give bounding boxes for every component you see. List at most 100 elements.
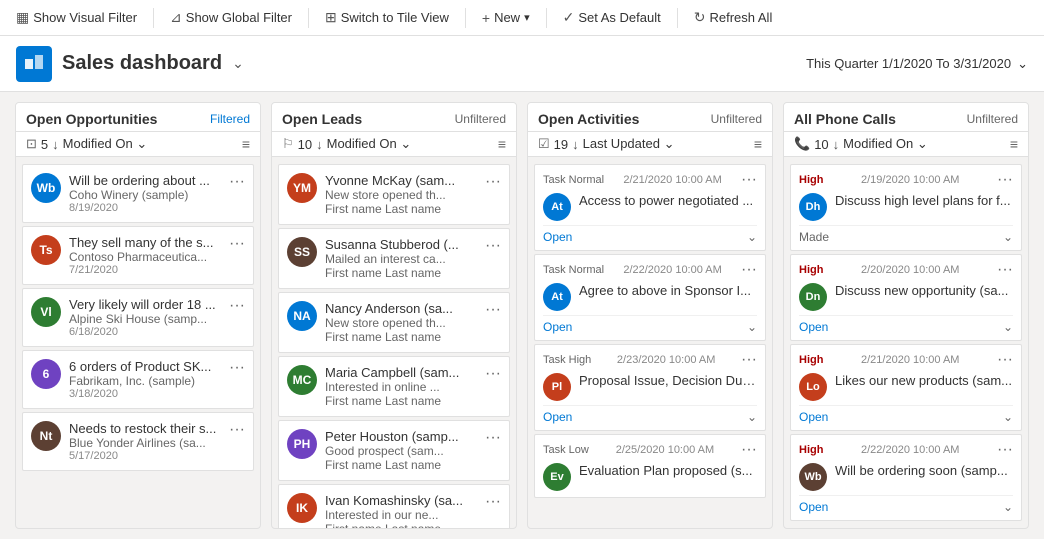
grid-options-icon[interactable]: ≡ (754, 136, 762, 152)
call-status[interactable]: Made (799, 230, 829, 244)
avatar: At (543, 193, 571, 221)
list-item[interactable]: 66 orders of Product SK...Fabrikam, Inc.… (22, 350, 254, 409)
status-chevron-icon[interactable]: ⌄ (747, 230, 757, 244)
more-options-icon[interactable]: ··· (481, 173, 501, 191)
avatar: Ev (543, 463, 571, 491)
call-status[interactable]: Open (799, 320, 828, 334)
set-as-default-button[interactable]: ✓ Set As Default (555, 5, 669, 30)
switch-tile-view-button[interactable]: ⊞ Switch to Tile View (317, 5, 457, 30)
filter-badge-open-opportunities: Filtered (210, 112, 250, 126)
activity-type: Task Low (543, 444, 589, 456)
more-options-icon[interactable]: ··· (225, 173, 245, 191)
refresh-all-button[interactable]: ↻ Refresh All (686, 5, 781, 30)
status-chevron-icon[interactable]: ⌄ (747, 410, 757, 424)
list-item[interactable]: High2/20/2020 10:00 AM···DnDiscuss new o… (790, 254, 1022, 341)
status-chevron-icon[interactable]: ⌄ (1003, 500, 1013, 514)
activity-status[interactable]: Open (543, 230, 572, 244)
sort-row-open-activities: ☑19↓Last Updated ⌄≡ (528, 132, 772, 157)
page-header: Sales dashboard ⌄ This Quarter 1/1/2020 … (0, 36, 1044, 92)
grid-options-icon[interactable]: ≡ (1010, 136, 1018, 152)
avatar: PH (287, 429, 317, 459)
more-options-icon[interactable]: ··· (225, 297, 245, 315)
sort-arrow-icon[interactable]: ↓ (572, 137, 579, 152)
column-header-open-opportunities: Open OpportunitiesFiltered (16, 103, 260, 132)
call-date: 2/21/2020 10:00 AM (861, 354, 959, 366)
more-options-icon[interactable]: ··· (997, 441, 1013, 459)
list-item[interactable]: PHPeter Houston (samp...Good prospect (s… (278, 420, 510, 481)
priority-label: High (799, 264, 823, 276)
title-chevron-icon[interactable]: ⌄ (232, 55, 244, 72)
card-name: 6 orders of Product SK... (69, 359, 217, 374)
sort-arrow-icon[interactable]: ↓ (833, 137, 840, 152)
sort-arrow-icon[interactable]: ↓ (52, 137, 59, 152)
avatar: At (543, 283, 571, 311)
more-options-icon[interactable]: ··· (225, 421, 245, 439)
sort-count-open-leads: 10 (298, 137, 312, 152)
list-item[interactable]: NANancy Anderson (sa...New store opened … (278, 292, 510, 353)
column-all-phone-calls: All Phone CallsUnfiltered📞10↓Modified On… (783, 102, 1029, 529)
more-options-icon[interactable]: ··· (741, 171, 757, 189)
list-item[interactable]: IKIvan Komashinsky (sa...Interested in o… (278, 484, 510, 528)
more-options-icon[interactable]: ··· (997, 171, 1013, 189)
list-item[interactable]: Task Normal2/22/2020 10:00 AM···AtAgree … (534, 254, 766, 341)
list-item[interactable]: YMYvonne McKay (sam...New store opened t… (278, 164, 510, 225)
sort-label-open-activities[interactable]: Last Updated ⌄ (583, 136, 750, 152)
more-options-icon[interactable]: ··· (225, 359, 245, 377)
activity-text: Agree to above in Sponsor I... (579, 283, 757, 298)
list-item[interactable]: Task Low2/25/2020 10:00 AM···EvEvaluatio… (534, 434, 766, 498)
list-item[interactable]: Task High2/23/2020 10:00 AM···PlProposal… (534, 344, 766, 431)
more-options-icon[interactable]: ··· (997, 261, 1013, 279)
list-item[interactable]: High2/19/2020 10:00 AM···DhDiscuss high … (790, 164, 1022, 251)
list-item[interactable]: High2/21/2020 10:00 AM···LoLikes our new… (790, 344, 1022, 431)
show-visual-filter-button[interactable]: ▦ Show Visual Filter (8, 5, 145, 30)
more-options-icon[interactable]: ··· (481, 237, 501, 255)
sort-arrow-icon[interactable]: ↓ (316, 137, 323, 152)
list-item[interactable]: VlVery likely will order 18 ...Alpine Sk… (22, 288, 254, 347)
more-options-icon[interactable]: ··· (481, 301, 501, 319)
sort-label-open-opportunities[interactable]: Modified On ⌄ (63, 136, 238, 152)
more-options-icon[interactable]: ··· (741, 351, 757, 369)
sort-label-open-leads[interactable]: Modified On ⌄ (327, 136, 494, 152)
status-chevron-icon[interactable]: ⌄ (1003, 410, 1013, 424)
more-options-icon[interactable]: ··· (481, 365, 501, 383)
list-item[interactable]: WbWill be ordering about ...Coho Winery … (22, 164, 254, 223)
sort-row-open-opportunities: ⊡5↓Modified On ⌄≡ (16, 132, 260, 157)
tile-view-icon: ⊞ (325, 9, 337, 26)
list-item[interactable]: NtNeeds to restock their s...Blue Yonder… (22, 412, 254, 471)
filter-badge-open-activities: Unfiltered (711, 112, 762, 126)
avatar: Vl (31, 297, 61, 327)
list-item[interactable]: High2/22/2020 10:00 AM···WbWill be order… (790, 434, 1022, 521)
show-global-filter-button[interactable]: ⊿ Show Global Filter (162, 5, 300, 30)
sort-count-all-phone-calls: 10 (814, 137, 828, 152)
new-button[interactable]: + New ▾ (474, 6, 538, 30)
status-chevron-icon[interactable]: ⌄ (1003, 230, 1013, 244)
more-options-icon[interactable]: ··· (481, 429, 501, 447)
sort-label-all-phone-calls[interactable]: Modified On ⌄ (843, 136, 1006, 152)
activity-status[interactable]: Open (543, 410, 572, 424)
status-chevron-icon[interactable]: ⌄ (747, 320, 757, 334)
list-item[interactable]: TsThey sell many of the s...Contoso Phar… (22, 226, 254, 285)
call-status[interactable]: Open (799, 410, 828, 424)
card-extra: First name Last name (325, 330, 473, 344)
date-range-selector[interactable]: This Quarter 1/1/2020 To 3/31/2020 ⌄ (806, 56, 1028, 72)
avatar: YM (287, 173, 317, 203)
call-status[interactable]: Open (799, 500, 828, 514)
list-item[interactable]: SSSusanna Stubberod (...Mailed an intere… (278, 228, 510, 289)
toolbar-separator-5 (677, 8, 678, 28)
call-text: Discuss new opportunity (sa... (835, 283, 1008, 298)
activity-status[interactable]: Open (543, 320, 572, 334)
more-options-icon[interactable]: ··· (481, 493, 501, 511)
more-options-icon[interactable]: ··· (225, 235, 245, 253)
grid-options-icon[interactable]: ≡ (242, 136, 250, 152)
more-options-icon[interactable]: ··· (741, 261, 757, 279)
more-options-icon[interactable]: ··· (997, 351, 1013, 369)
status-chevron-icon[interactable]: ⌄ (1003, 320, 1013, 334)
toolbar-separator (153, 8, 154, 28)
new-icon: + (482, 10, 490, 26)
grid-options-icon[interactable]: ≡ (498, 136, 506, 152)
column-header-open-leads: Open LeadsUnfiltered (272, 103, 516, 132)
filter-badge-open-leads: Unfiltered (455, 112, 506, 126)
list-item[interactable]: MCMaria Campbell (sam...Interested in on… (278, 356, 510, 417)
list-item[interactable]: Task Normal2/21/2020 10:00 AM···AtAccess… (534, 164, 766, 251)
more-options-icon[interactable]: ··· (741, 441, 757, 459)
